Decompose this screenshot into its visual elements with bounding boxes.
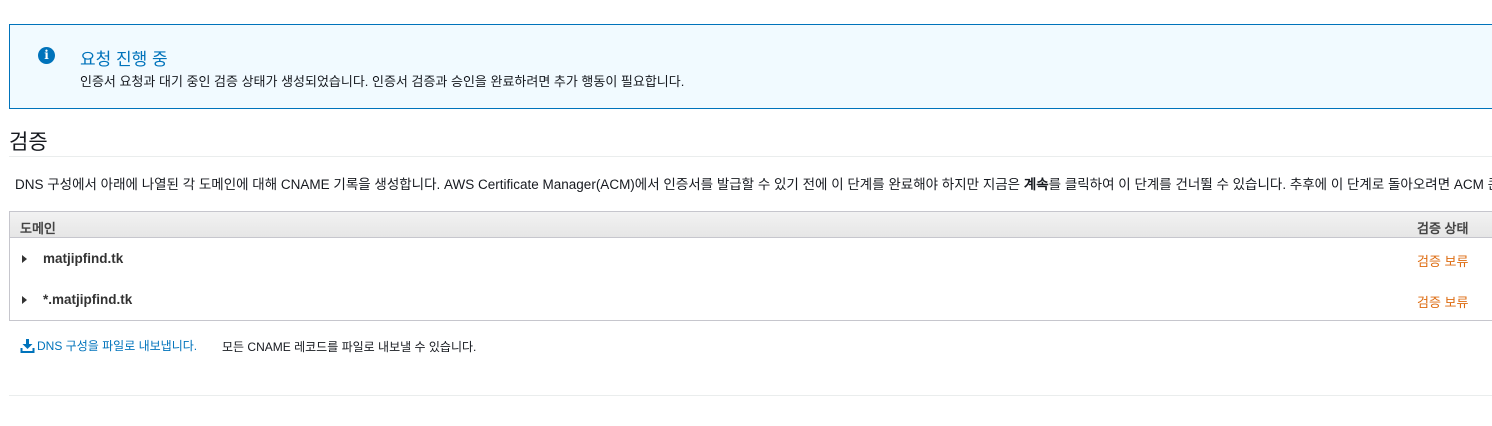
table-row[interactable]: *.matjipfind.tk 검증 보류 xyxy=(10,280,1492,320)
description-text-after: 를 클릭하여 이 단계를 건너뛸 수 있습니다. 추후에 이 단계로 돌아오려면… xyxy=(1048,177,1492,192)
alert-message: 인증서 요청과 대기 중인 검증 상태가 생성되었습니다. 인증서 검증과 승인… xyxy=(80,74,685,89)
domain-validation-table: 도메인 검증 상태 matjipfind.tk 검증 보류 *.matjipfi… xyxy=(9,211,1492,321)
expand-caret-icon[interactable] xyxy=(22,255,27,263)
continue-keyword: 계속 xyxy=(1023,177,1049,192)
bottom-divider xyxy=(9,395,1492,396)
section-divider xyxy=(9,156,1492,157)
row-status: 검증 보류 xyxy=(1417,295,1469,310)
download-icon xyxy=(20,338,35,353)
info-alert: i 요청 진행 중 인증서 요청과 대기 중인 검증 상태가 생성되었습니다. … xyxy=(9,24,1492,109)
description-text: DNS 구성에서 아래에 나열된 각 도메인에 대해 CNAME 기록을 생성합… xyxy=(15,177,1024,192)
column-header-status: 검증 상태 xyxy=(1417,221,1469,236)
table-header: 도메인 검증 상태 xyxy=(10,212,1492,238)
export-note: 모든 CNAME 레코드를 파일로 내보낼 수 있습니다. xyxy=(222,340,477,354)
alert-title: 요청 진행 중 xyxy=(80,50,168,69)
row-domain: *.matjipfind.tk xyxy=(43,292,133,307)
section-title: 검증 xyxy=(9,131,48,154)
info-icon: i xyxy=(38,47,55,64)
column-header-domain: 도메인 xyxy=(20,221,56,236)
section-description: DNS 구성에서 아래에 나열된 각 도메인에 대해 CNAME 기록을 생성합… xyxy=(15,173,1492,193)
export-dns-config-link[interactable]: DNS 구성을 파일로 내보냅니다. xyxy=(20,337,197,354)
row-domain: matjipfind.tk xyxy=(43,251,124,266)
export-link-label[interactable]: DNS 구성을 파일로 내보냅니다. xyxy=(37,337,197,354)
row-status: 검증 보류 xyxy=(1417,254,1469,269)
certificate-validation-page: i 요청 진행 중 인증서 요청과 대기 중인 검증 상태가 생성되었습니다. … xyxy=(0,0,1492,426)
table-row[interactable]: matjipfind.tk 검증 보류 xyxy=(10,239,1492,279)
expand-caret-icon[interactable] xyxy=(22,296,27,304)
